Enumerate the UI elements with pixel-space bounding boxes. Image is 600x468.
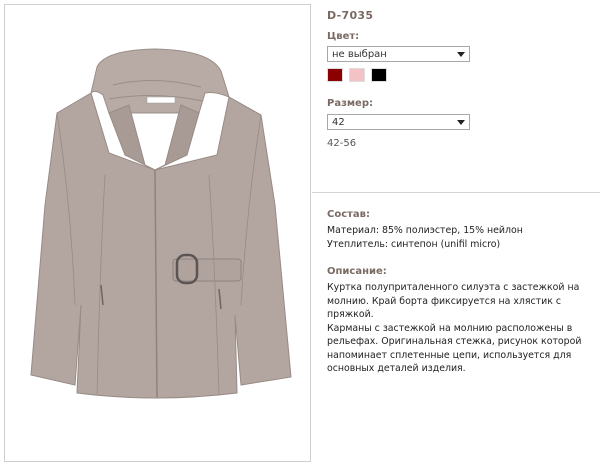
size-select[interactable]: 42: [327, 114, 470, 130]
color-select[interactable]: не выбран: [327, 46, 470, 62]
composition-text: Материал: 85% полиэстер, 15% нейлон Утеп…: [327, 224, 523, 251]
composition-line: Материал: 85% полиэстер, 15% нейлон: [327, 225, 523, 236]
description-line: Куртка полуприталенного силуэта с застеж…: [327, 282, 580, 293]
description-line: напоминает сплетенные цепи, используется…: [327, 349, 572, 361]
swatch-pink[interactable]: [349, 68, 365, 82]
swatch-red[interactable]: [327, 68, 343, 82]
product-sku: D-7035: [327, 9, 374, 22]
composition-line: Утеплитель: синтепон (unifil micro): [327, 238, 501, 250]
chevron-down-icon: [457, 52, 465, 57]
composition-label: Состав:: [327, 209, 371, 220]
size-range: 42-56: [327, 138, 357, 149]
color-select-value: не выбран: [332, 49, 387, 60]
color-swatches: [327, 68, 393, 82]
description-label: Описание:: [327, 266, 387, 277]
description-text: Куртка полуприталенного силуэта с застеж…: [327, 281, 597, 376]
divider: [312, 192, 600, 193]
description-line: молнию. Край борта фиксируется на хлясти…: [327, 295, 562, 321]
description-line: основных деталей изделия.: [327, 363, 466, 374]
size-label: Размер:: [327, 98, 374, 109]
size-select-value: 42: [332, 117, 345, 128]
description-line: Карманы с застежкой на молнию расположен…: [327, 322, 573, 334]
product-image-panel: [4, 4, 311, 462]
color-label: Цвет:: [327, 31, 360, 42]
chevron-down-icon: [457, 120, 465, 125]
swatch-black[interactable]: [371, 68, 387, 82]
description-line: рельефах. Оригинальная стежка, рисунок к…: [327, 336, 582, 347]
jacket-image: [30, 48, 292, 399]
